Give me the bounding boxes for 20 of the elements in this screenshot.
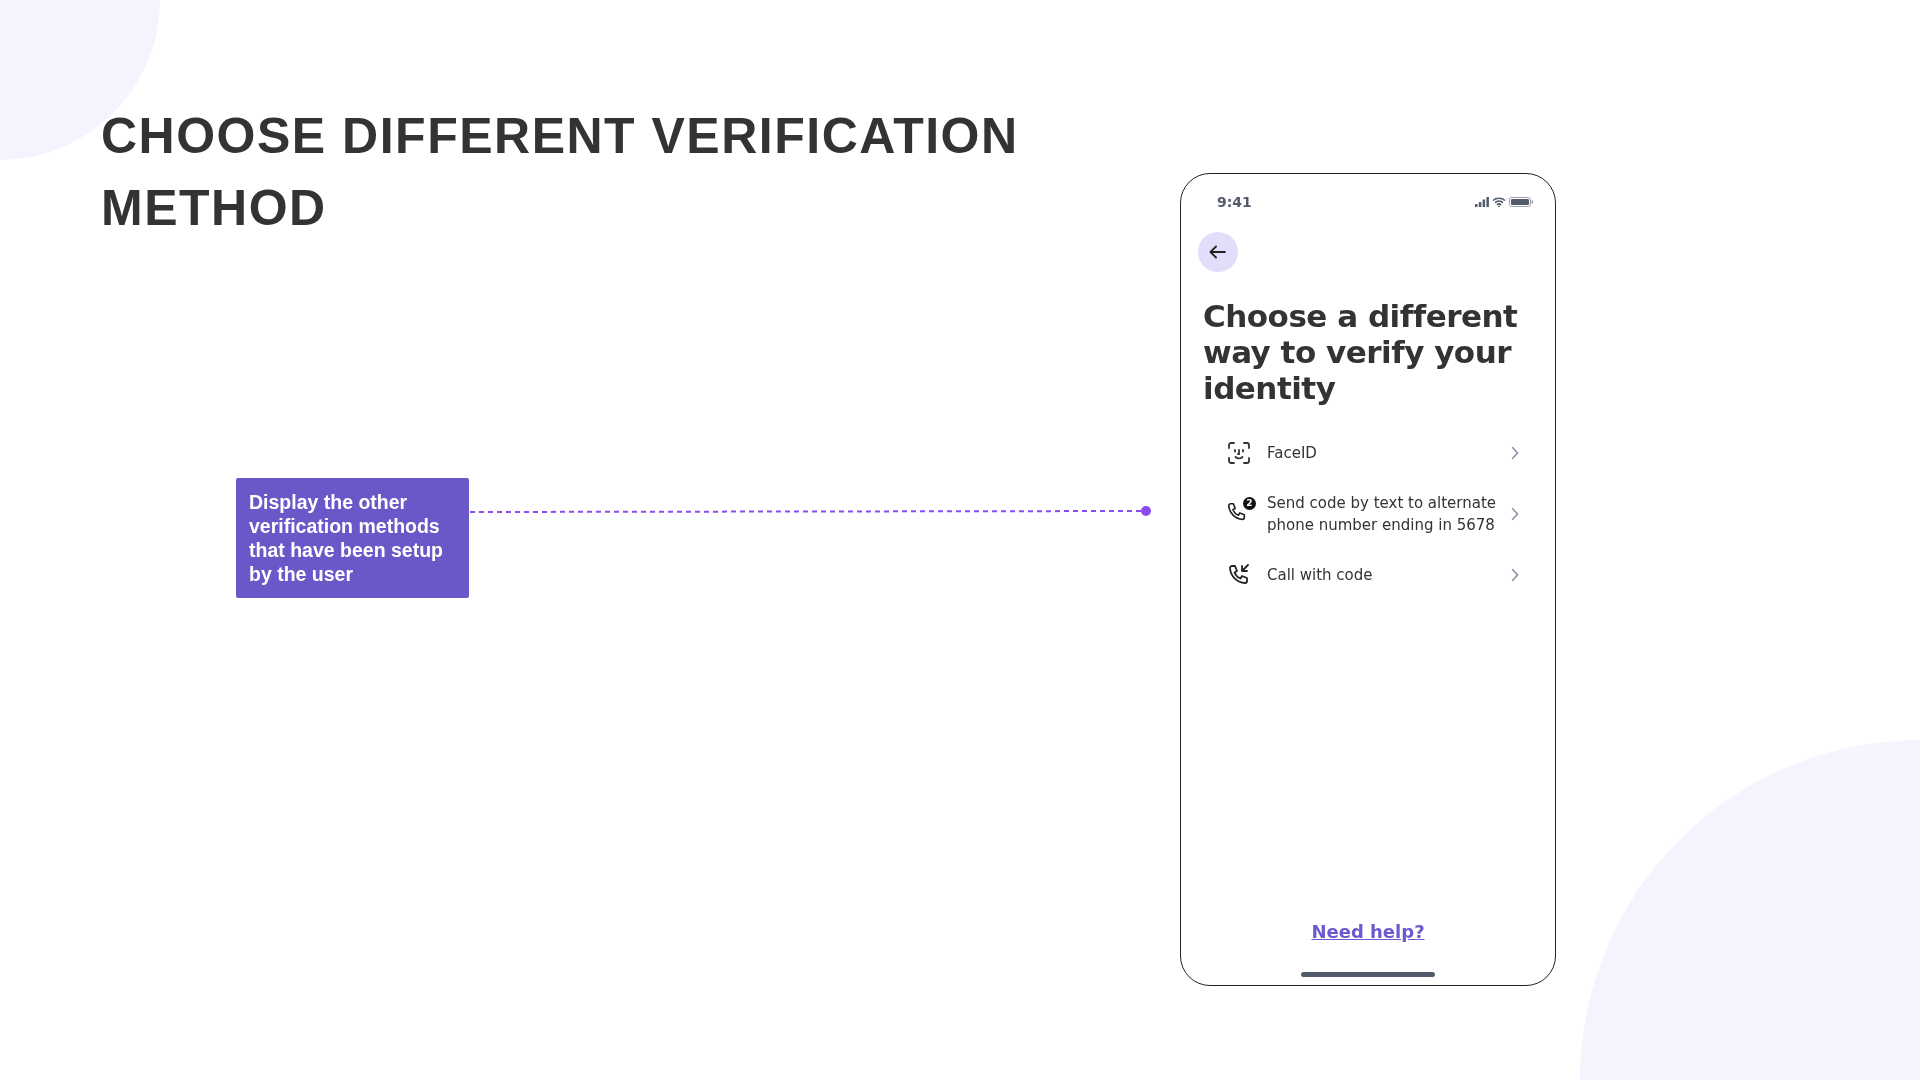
count-badge: 2 — [1243, 497, 1256, 510]
status-time: 9:41 — [1217, 194, 1252, 210]
help-link[interactable]: Need help? — [1311, 921, 1425, 942]
verification-option[interactable]: 2 Send code by text to alternate phone number ending in 5678 — [1203, 480, 1533, 548]
chevron-right-icon — [1511, 446, 1519, 460]
verification-option[interactable]: FaceID — [1203, 426, 1533, 480]
incoming-call-icon — [1227, 563, 1251, 587]
screen-heading: Choose a different way to verify your identity — [1203, 298, 1519, 406]
verification-option[interactable]: Call with code — [1203, 548, 1533, 602]
page-title: CHOOSE DIFFERENT VERIFICATION METHOD — [101, 107, 1020, 238]
wifi-icon — [1492, 197, 1506, 207]
chevron-right-icon — [1511, 568, 1519, 582]
signal-icon — [1475, 197, 1489, 207]
battery-icon — [1509, 197, 1533, 207]
chevron-right-icon — [1511, 507, 1519, 521]
annotation-note: Display the other verification methods that have been setup by the user — [236, 478, 469, 598]
face-scan-icon — [1227, 441, 1251, 465]
phone-icon — [1226, 501, 1248, 523]
back-arrow-icon — [1209, 245, 1227, 259]
back-button[interactable] — [1198, 232, 1238, 272]
